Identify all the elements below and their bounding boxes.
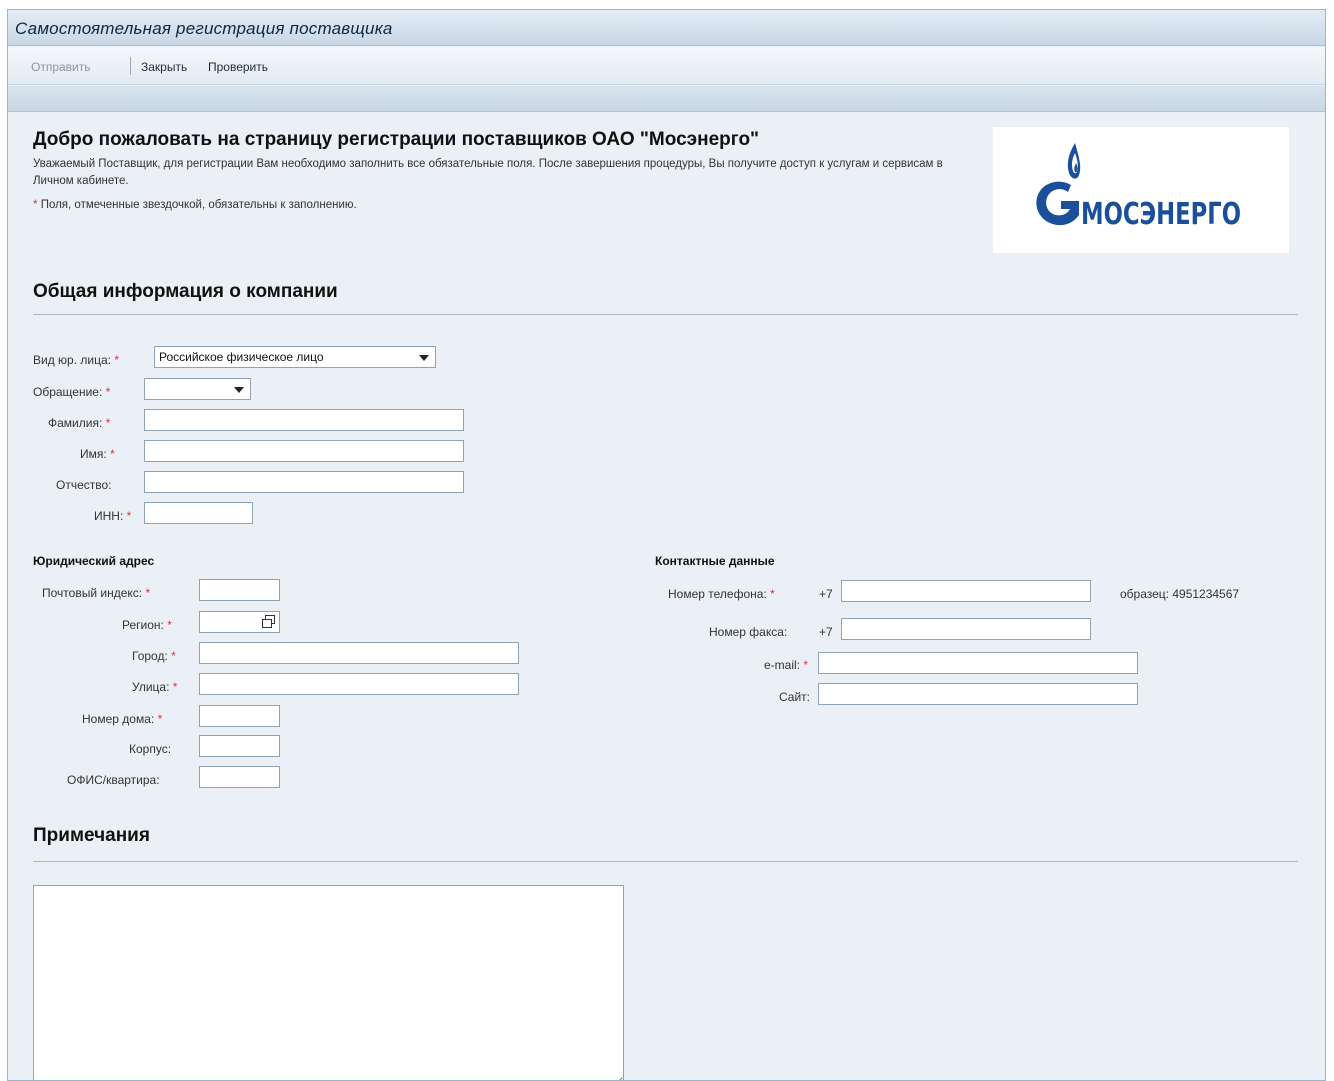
phone-prefix: +7: [819, 587, 833, 601]
value-help-icon[interactable]: [262, 615, 276, 629]
logo-graphic: МОСЭНЕРГО: [1036, 143, 1241, 232]
middlename-input[interactable]: [144, 471, 464, 493]
notes-textarea[interactable]: [33, 885, 624, 1080]
region-label: Регион: *: [122, 618, 172, 632]
check-button[interactable]: Проверить: [208, 60, 268, 74]
window-title: Самостоятельная регистрация поставщика: [15, 19, 393, 38]
building-label: Корпус:: [129, 742, 172, 756]
company-section-divider: [33, 314, 1298, 315]
phone-hint: образец: 4951234567: [1120, 587, 1240, 601]
form-content: Добро пожаловать на страницу регистрации…: [8, 113, 1325, 1080]
toolbar: Отправить Закрыть Проверить: [8, 47, 1325, 85]
notes-section-title: Примечания: [33, 825, 150, 846]
salutation-label: Обращение: *: [33, 385, 111, 399]
salutation-select[interactable]: [144, 378, 251, 400]
logo-text: МОСЭНЕРГО: [1081, 197, 1241, 232]
email-label: e-mail: *: [764, 658, 809, 672]
phone-label: Номер телефона: *: [668, 587, 775, 601]
middlename-label: Отчество:: [56, 478, 112, 492]
company-section-title: Общая информация о компании: [33, 281, 338, 302]
office-label: ОФИС/квартира:: [67, 773, 160, 787]
lastname-label: Фамилия: *: [48, 416, 111, 430]
fax-prefix: +7: [819, 625, 833, 639]
chevron-down-icon: [234, 387, 244, 393]
postcode-input[interactable]: [199, 579, 280, 601]
registration-window: Самостоятельная регистрация поставщика О…: [7, 9, 1326, 1081]
fax-input[interactable]: [841, 618, 1091, 640]
lastname-input[interactable]: [144, 409, 464, 431]
close-button[interactable]: Закрыть: [141, 60, 187, 74]
city-input[interactable]: [199, 642, 519, 664]
toolbar-separator: [130, 57, 131, 75]
house-input[interactable]: [199, 705, 280, 727]
required-note: * Поля, отмеченные звездочкой, обязатель…: [33, 199, 357, 211]
firstname-input[interactable]: [144, 440, 464, 462]
inn-input[interactable]: [144, 502, 253, 524]
address-title: Юридический адрес: [33, 554, 155, 568]
contacts-title: Контактные данные: [655, 554, 775, 568]
postcode-label: Почтовый индекс: *: [42, 586, 151, 600]
site-label: Сайт:: [779, 690, 811, 704]
send-button[interactable]: Отправить: [31, 60, 91, 74]
site-input[interactable]: [818, 683, 1138, 705]
street-label: Улица: *: [132, 680, 178, 694]
office-input[interactable]: [199, 766, 280, 788]
fax-label: Номер факса:: [709, 625, 788, 639]
entity-type-select[interactable]: Российское физическое лицо: [154, 346, 436, 368]
house-label: Номер дома: *: [82, 712, 163, 726]
chevron-down-icon: [419, 355, 429, 361]
email-input[interactable]: [818, 652, 1138, 674]
building-input[interactable]: [199, 735, 280, 757]
region-input[interactable]: [199, 611, 280, 633]
inn-label: ИНН: *: [94, 509, 132, 523]
street-input[interactable]: [199, 673, 519, 695]
phone-input[interactable]: [841, 580, 1091, 602]
notes-section-divider: [33, 861, 1298, 862]
mosenergo-logo: МОСЭНЕРГО: [993, 127, 1289, 253]
welcome-text: Уважаемый Поставщик, для регистрации Вам…: [33, 158, 943, 187]
firstname-label: Имя: *: [80, 447, 115, 461]
city-label: Город: *: [132, 649, 176, 663]
sub-toolbar: [8, 86, 1325, 112]
entity-type-label: Вид юр. лица: *: [33, 353, 119, 367]
welcome-title: Добро пожаловать на страницу регистрации…: [33, 129, 760, 150]
title-bar: Самостоятельная регистрация поставщика: [8, 10, 1325, 46]
